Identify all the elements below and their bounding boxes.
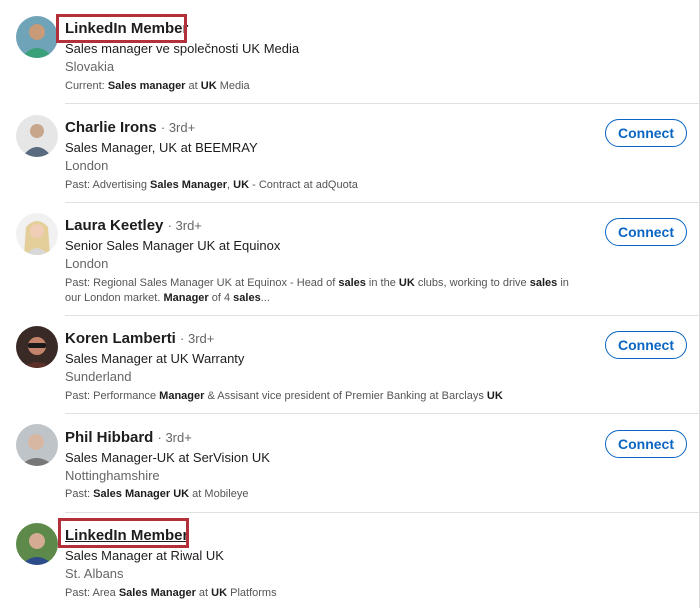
connect-button[interactable]: Connect bbox=[605, 430, 687, 458]
avatar[interactable] bbox=[16, 523, 58, 565]
location: Nottinghamshire bbox=[65, 468, 160, 483]
headline: Sales Manager, UK at BEEMRAY bbox=[65, 140, 258, 155]
highlight-box bbox=[58, 518, 189, 548]
headline: Sales manager ve společnosti UK Media bbox=[65, 41, 300, 56]
snippet: Past: Advertising Sales Manager, UK - Co… bbox=[65, 179, 358, 191]
connection-degree: · 3rd+ bbox=[160, 120, 196, 135]
highlight-box bbox=[56, 14, 187, 43]
snippet: Past: Area Sales Manager at UK Platforms bbox=[65, 587, 277, 599]
member-name-link[interactable]: Phil Hibbard bbox=[65, 429, 153, 446]
snippet-body: Sales manager at UK Media bbox=[107, 80, 250, 92]
name-line: Phil Hibbard · 3rd+ bbox=[65, 429, 192, 446]
snippet: Past: Regional Sales Manager UK at Equin… bbox=[65, 277, 569, 304]
connect-button[interactable]: Connect bbox=[605, 119, 687, 147]
snippet: Past: Performance Manager & Assisant vic… bbox=[65, 390, 503, 402]
name-line: Koren Lamberti · 3rd+ bbox=[65, 330, 214, 347]
avatar[interactable] bbox=[16, 115, 58, 157]
avatar[interactable] bbox=[16, 326, 58, 368]
location: St. Albans bbox=[65, 566, 124, 581]
avatar[interactable] bbox=[16, 16, 58, 58]
connection-degree: · 3rd+ bbox=[167, 218, 202, 233]
member-name-link[interactable]: Laura Keetley bbox=[65, 217, 163, 234]
snippet: Current: Sales manager at UK Media bbox=[65, 80, 250, 92]
headline: Sales Manager-UK at SerVision UK bbox=[65, 450, 270, 465]
location: Sunderland bbox=[65, 369, 132, 384]
divider bbox=[65, 202, 699, 203]
location: London bbox=[65, 256, 109, 271]
avatar[interactable] bbox=[16, 424, 58, 466]
connect-button[interactable]: Connect bbox=[605, 331, 687, 359]
avatar[interactable] bbox=[16, 213, 58, 255]
divider bbox=[65, 315, 699, 316]
headline: Sales Manager at Riwal UK bbox=[65, 548, 224, 563]
location: Slovakia bbox=[65, 59, 115, 74]
connection-degree: · 3rd+ bbox=[157, 430, 192, 445]
headline: Senior Sales Manager UK at Equinox bbox=[65, 238, 281, 253]
divider bbox=[65, 103, 699, 104]
headline: Sales Manager at UK Warranty bbox=[65, 351, 245, 366]
member-name-link[interactable]: Koren Lamberti bbox=[65, 330, 176, 347]
divider bbox=[65, 413, 699, 414]
location: London bbox=[65, 158, 109, 173]
connect-button[interactable]: Connect bbox=[605, 218, 687, 246]
divider bbox=[65, 512, 699, 513]
connection-degree: · 3rd+ bbox=[180, 331, 215, 346]
snippet: Past: Sales Manager UK at Mobileye bbox=[65, 488, 249, 500]
name-line: Charlie Irons · 3rd+ bbox=[65, 119, 195, 136]
member-name-link[interactable]: Charlie Irons bbox=[65, 119, 157, 136]
name-line: Laura Keetley · 3rd+ bbox=[65, 217, 202, 234]
